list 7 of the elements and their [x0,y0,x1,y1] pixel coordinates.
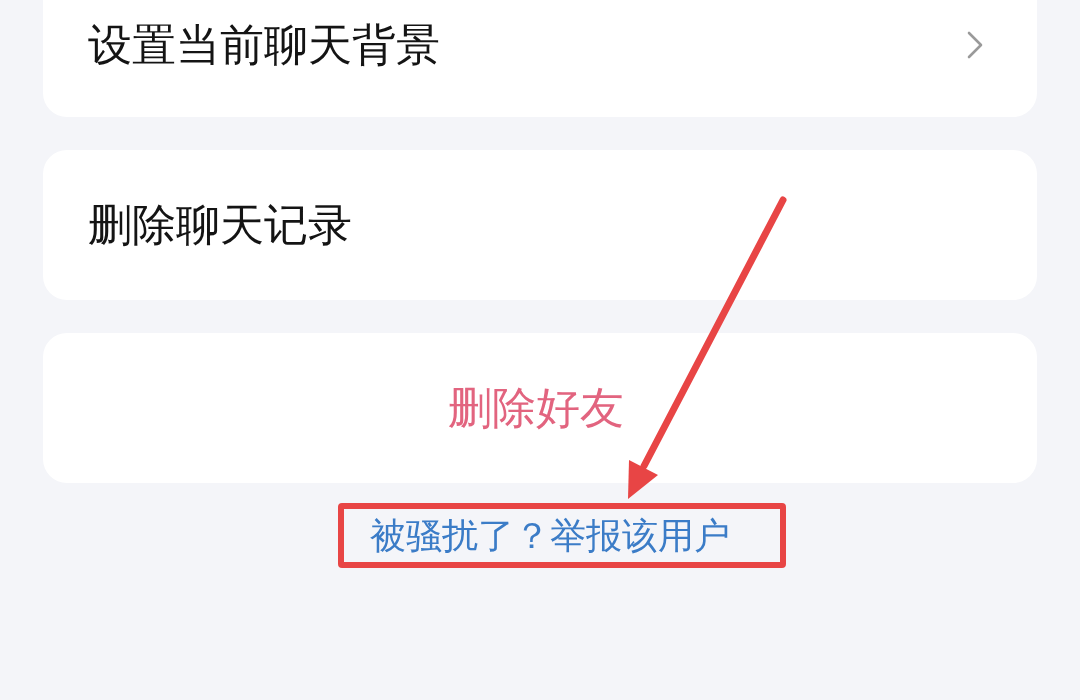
row-label: 设置当前聊天背景 [88,18,440,71]
settings-row[interactable]: 设置当前聊天背景 [43,0,1037,117]
row-label: 删除好友 [447,382,624,434]
row-label: 删除聊天记录 [88,199,352,251]
settings-row[interactable]: 删除聊天记录 [43,150,1037,300]
report-user-link[interactable]: 被骚扰了？举报该用户 [370,513,730,558]
chevron-icon [967,30,983,59]
